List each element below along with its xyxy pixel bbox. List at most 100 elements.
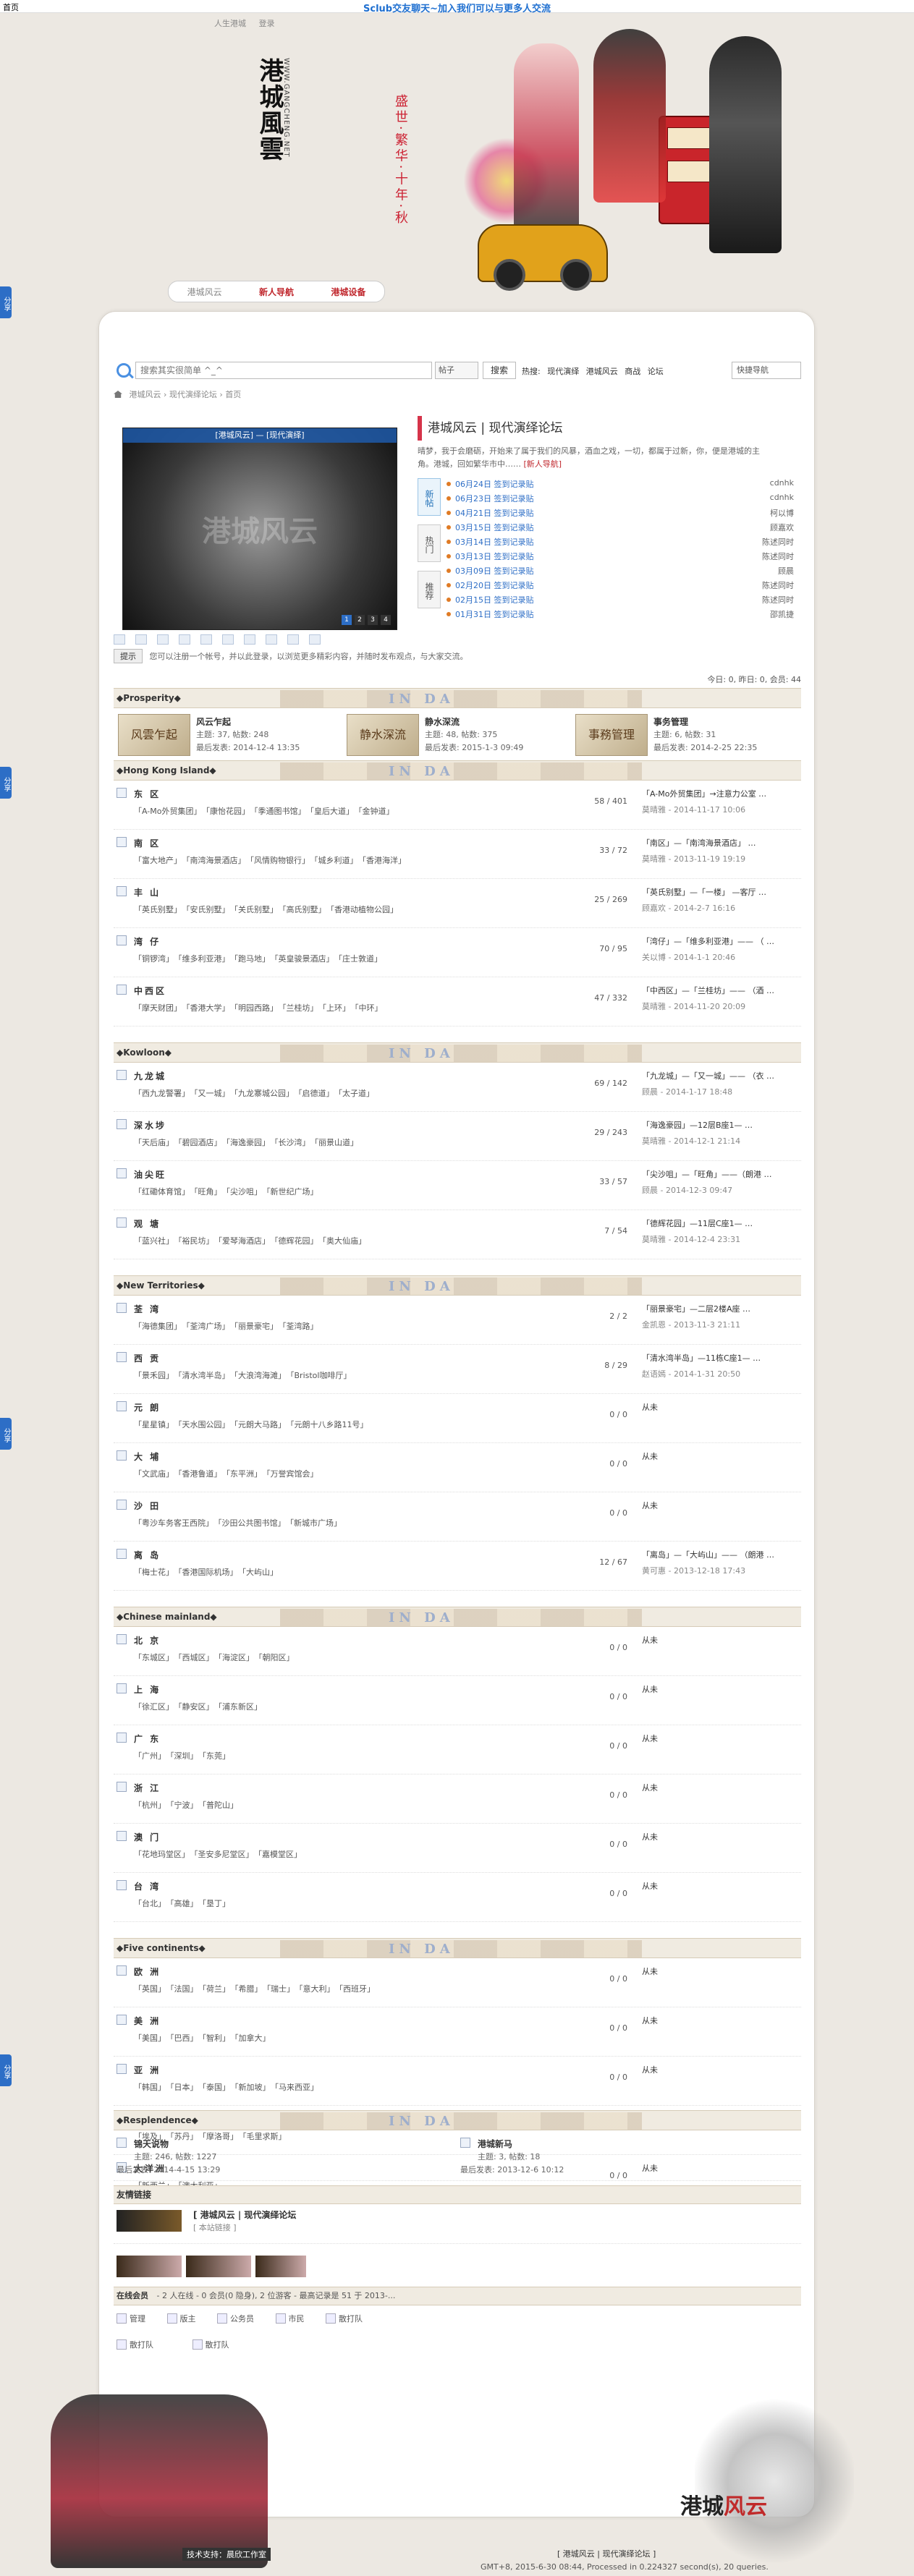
last-post-title[interactable]: 从未 [642, 1783, 658, 1793]
subforum-link[interactable]: 「瑞士」 [267, 1984, 295, 1994]
forum-row[interactable]: 荃 湾「海德集团」 「荃湾广场」 「丽景豪宅」 「荃湾路」 2 / 2 「丽景豪宅」—二层… [114, 1296, 801, 1345]
share-tab[interactable]: 分享 [0, 1418, 12, 1450]
news-author[interactable]: 柯以博 [770, 507, 794, 519]
subforum-link[interactable]: 「元朗大马路」 [234, 1420, 287, 1429]
news-author[interactable]: cdnhk [770, 493, 794, 502]
forum-name[interactable]: 美 洲 [134, 2015, 161, 2027]
forum-row[interactable]: 元 朗「星星镇」 「天水围公园」 「元朗大马路」 「元朗十八乡路11号」 0 / 0 从未 [114, 1394, 801, 1443]
share-tab[interactable]: 分享 [0, 2054, 12, 2086]
last-post-title[interactable]: 「离岛」—「大屿山」—— （朗港 … [642, 1550, 774, 1560]
forum-last-post[interactable]: 从未 [642, 1500, 801, 1516]
category-title[interactable]: ◆New Territories◆ [117, 1280, 205, 1291]
forum-row[interactable]: 欧 洲「英国」 「法国」 「荷兰」 「希腊」 「瑞士」 「意大利」 「西班牙」 0 / 0 从未 [114, 1958, 801, 2007]
forum-name[interactable]: 大 埔 [134, 1450, 161, 1463]
hero-tab-newbie[interactable]: 新人导航 [259, 286, 294, 298]
forum-last-post[interactable]: 最后发表: 2014-12-4 13:35 [196, 741, 300, 753]
subforum-link[interactable]: 「杭州」 [134, 1801, 166, 1810]
category-title[interactable]: ◆Chinese mainland◆ [117, 1612, 217, 1622]
forum-row[interactable]: 大 埔「文武庙」 「香港鲁道」 「东平洲」 「万誉宾馆会」 0 / 0 从未 [114, 1443, 801, 1492]
forum-name[interactable]: 锦天说物 [134, 2138, 169, 2150]
forum-name[interactable]: 东 区 [134, 788, 161, 800]
subforum-link[interactable]: 「天水围公园」 [178, 1420, 230, 1429]
category-title[interactable]: ◆Hong Kong Island◆ [117, 765, 216, 775]
home-icon[interactable] [114, 391, 122, 398]
subforum-link[interactable]: 「新加坡」 [234, 2083, 271, 2092]
forum-cell[interactable]: 风雲乍起 风云乍起 主题: 37, 帖数: 248 最后发表: 2014-12-… [114, 708, 342, 762]
subforum-link[interactable]: 「金钟道」 [358, 807, 394, 816]
news-title[interactable]: 06月23日 签到记录贴 [455, 494, 534, 503]
search-type-select[interactable]: 帖子 [435, 362, 478, 379]
subforum-link[interactable]: 「海淀区」 [219, 1653, 255, 1662]
forum-name[interactable]: 浙 江 [134, 1782, 161, 1794]
top-notice-link[interactable]: Sclub交友聊天~加入我们可以与更多人交流 [0, 1, 914, 14]
category-title[interactable]: ◆Kowloon◆ [117, 1047, 172, 1058]
subforum-link[interactable]: 「安氏别墅」 [186, 905, 230, 914]
subforum-link[interactable]: 「希腊」 [234, 1984, 263, 1994]
site-logo[interactable]: 港城風雲 WWW.GANGCHENG.NET [246, 58, 304, 239]
forum-name[interactable]: 上 海 [134, 1683, 161, 1696]
forum-name[interactable]: 深水埗 [134, 1119, 166, 1131]
newbie-guide-link[interactable]: [新人导航] [524, 459, 562, 469]
forum-last-post[interactable]: 最后发表: 2013-12-6 10:12 [460, 2164, 564, 2175]
forum-row[interactable]: 深水埗 「天后庙」 「碧园酒店」 「海逸豪园」 「长沙湾」 「丽景山道」 29 / 243 「… [114, 1112, 801, 1161]
news-title[interactable]: 03月14日 签到记录贴 [455, 537, 534, 547]
subforum-link[interactable]: 「荃湾路」 [282, 1322, 318, 1331]
forum-last-post[interactable]: 从未 [642, 2064, 801, 2080]
subforum-link[interactable]: 「新城市广场」 [290, 1518, 342, 1528]
forum-last-post[interactable]: 从未 [642, 1831, 801, 1847]
online-title[interactable]: 在线会员 [117, 2291, 148, 2300]
subforum-link[interactable]: 「香港海洋」 [363, 856, 407, 865]
slide-dot[interactable]: 1 [342, 615, 352, 625]
forum-row[interactable]: 观 塘「蓝兴社」 「裕民坊」 「爱琴海酒店」 「德辉花园」 「奥大仙庙」 7 / 54 「德… [114, 1210, 801, 1259]
news-author[interactable]: 顾嘉欢 [770, 522, 794, 533]
subforum-link[interactable]: 「丽景山道」 [315, 1138, 359, 1147]
subforum-link[interactable]: 「长沙湾」 [274, 1138, 310, 1147]
forum-name[interactable]: 台 湾 [134, 1880, 161, 1892]
forum-row[interactable]: 油尖旺 「红磡体育馆」 「旺角」 「尖沙咀」 「新世纪广场」 33 / 57 「尖沙咀」—「… [114, 1161, 801, 1210]
forum-thumbnail[interactable]: 事務管理 [575, 714, 648, 756]
forum-name[interactable]: 丰 山 [134, 886, 161, 898]
subforum-link[interactable]: 「海德集团」 [134, 1322, 182, 1331]
friend-link-name[interactable]: [ 港城风云 | 现代演绎论坛 [193, 2209, 296, 2221]
forum-cell[interactable]: 静水深流 静水深流 主题: 48, 帖数: 375 最后发表: 2015-1-3… [342, 708, 571, 762]
subforum-link[interactable]: 「荃湾广场」 [186, 1322, 230, 1331]
news-author[interactable]: 陈述同时 [762, 536, 794, 548]
forum-name[interactable]: 九龙城 [134, 1070, 166, 1082]
news-item[interactable]: 02月20日 签到记录贴 陈述同时 [447, 579, 794, 594]
subforum-link[interactable]: 「巴西」 [170, 2033, 198, 2043]
forum-row[interactable]: 西 贡「景禾园」 「清水湾半岛」 「大浪湾海滩」 「Bristol咖啡厅」 8 / 29… [114, 1345, 801, 1394]
last-post-title[interactable]: 「九龙城」—「又一城」—— （衣 … [642, 1071, 774, 1081]
subforum-link[interactable]: 「宁波」 [170, 1801, 198, 1810]
forum-row[interactable]: 丰 山「英氏别墅」 「安氏别墅」 「关氏别墅」 「高氏别墅」 「香港动植物公园」 25 /… [114, 879, 801, 928]
subforum-link[interactable]: 「大屿山」 [242, 1568, 279, 1577]
subforum-link[interactable]: 「嘉模堂区」 [258, 1850, 302, 1859]
online-user-name[interactable]: 散打队 [130, 2340, 153, 2350]
subforum-link[interactable]: 「普陀山」 [203, 1801, 239, 1810]
subforum-link[interactable]: 「丽景豪宅」 [234, 1322, 279, 1331]
news-author[interactable]: 邵凯捷 [770, 608, 794, 620]
subforum-link[interactable]: 「花地玛堂区」 [134, 1850, 190, 1859]
forum-last-post[interactable]: 「尖沙咀」—「旺角」——（朗港 … 顾晨 - 2014-12-3 09:47 [642, 1168, 801, 1196]
forum-last-post[interactable]: 从未 [642, 1965, 801, 1981]
friend-link-banner-image[interactable] [117, 2210, 182, 2232]
forum-last-post[interactable]: 最后发表: 2014-4-15 13:29 [117, 2164, 220, 2175]
last-post-title[interactable]: 「湾仔」—「维多利亚港」—— （ … [642, 937, 774, 946]
breadcrumb-item[interactable]: 现代演绎论坛 [169, 390, 217, 399]
subforum-link[interactable]: 「启德道」 [298, 1089, 334, 1098]
subforum-link[interactable]: 「上环」 [323, 1003, 351, 1013]
subforum-link[interactable]: 「香港动植物公园」 [331, 905, 399, 914]
forum-name[interactable]: 油尖旺 [134, 1168, 166, 1181]
breadcrumb-item[interactable]: 港城风云 [130, 390, 161, 399]
subforum-link[interactable]: 「风情购物银行」 [250, 856, 310, 865]
forum-row[interactable]: 湾 仔「铜锣湾」 「维多利亚港」 「跑马地」 「英皇骏景酒店」 「庄士敦道」 70 / 9… [114, 928, 801, 977]
subforum-link[interactable]: 「荷兰」 [203, 1984, 231, 1994]
forum-last-post[interactable]: 「中西区」—「兰桂坊」—— （酒 … 莫晴雅 - 2014-11-20 20:09 [642, 985, 801, 1012]
subforum-link[interactable]: 「文武庙」 [134, 1469, 174, 1479]
last-post-title[interactable]: 「A-Mo外贸集团」→注意力公室 … [642, 789, 766, 799]
forum-cell[interactable]: 锦天说物 主题: 246, 帖数: 1227 最后发表: 2014-4-15 1… [114, 2130, 457, 2181]
slideshow[interactable]: [港城风云] — [现代演绎] 港城风云 1 2 3 4 [122, 428, 397, 630]
hot-search-item[interactable]: 商战 [625, 367, 640, 376]
news-item[interactable]: 03月15日 签到记录贴 顾嘉欢 [447, 522, 794, 536]
friend-link-banner-image[interactable] [117, 2256, 182, 2277]
forum-row[interactable]: 北 京「东城区」 「西城区」 「海淀区」 「朝阳区」 0 / 0 从未 [114, 1627, 801, 1676]
